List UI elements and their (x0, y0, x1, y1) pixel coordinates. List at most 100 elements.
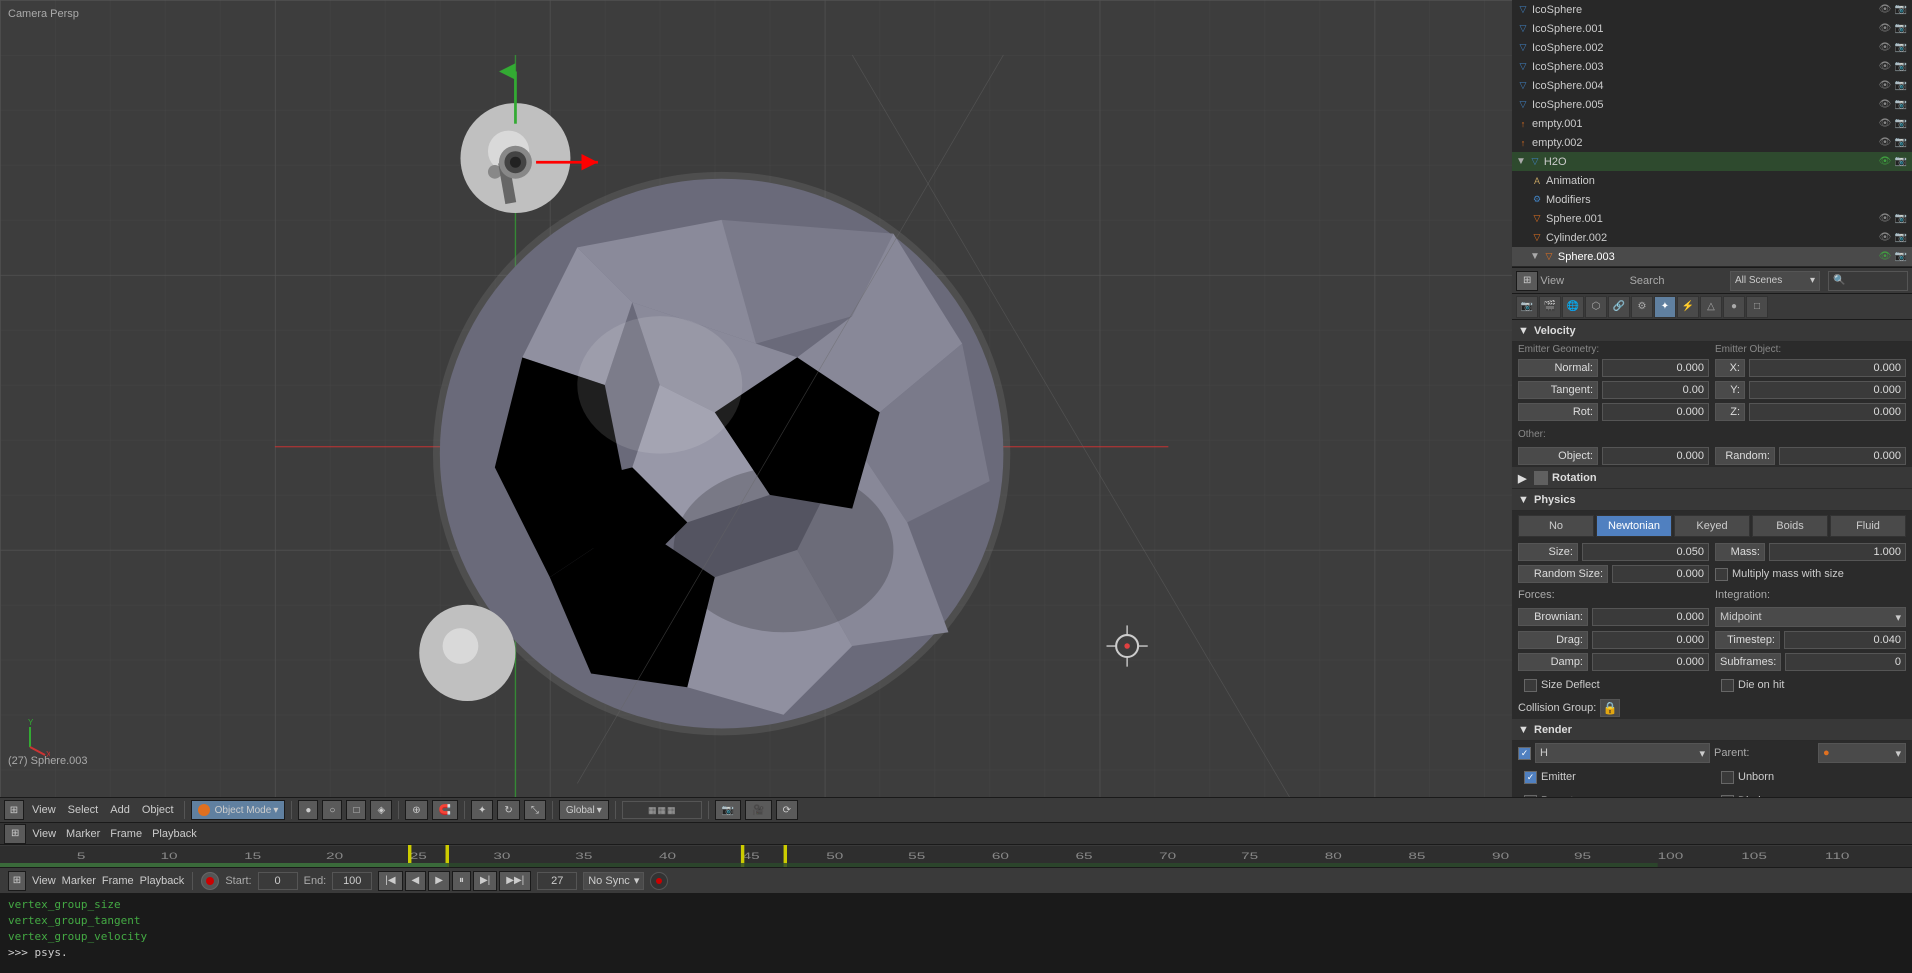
rotation-section-header[interactable]: ▶ Rotation (1512, 467, 1912, 489)
render-icon[interactable]: 📷 (1894, 117, 1908, 131)
marker-btn[interactable]: Marker (62, 875, 96, 887)
physics-boids-btn[interactable]: Boids (1752, 515, 1828, 537)
end-input[interactable] (332, 872, 372, 890)
subframes-label-field[interactable]: Subframes: (1715, 653, 1781, 671)
tangent-value[interactable]: 0.00 (1602, 381, 1709, 399)
props-tab-particles[interactable]: ✦ (1654, 296, 1676, 318)
collision-group-icon[interactable]: 🔒 (1600, 699, 1620, 717)
random-label-field[interactable]: Random: (1715, 447, 1775, 465)
physics-no-btn[interactable]: No (1518, 515, 1594, 537)
timeline-ruler[interactable]: 5 10 15 20 25 30 35 40 45 50 55 60 65 70… (0, 845, 1912, 867)
timeline-playback-btn[interactable]: Playback (148, 828, 201, 840)
outliner-item-cylinder002[interactable]: ▽ Cylinder.002 👁 📷 (1512, 228, 1912, 247)
random-size-value[interactable]: 0.000 (1612, 565, 1709, 583)
sync-dropdown[interactable]: No Sync ▾ (583, 872, 644, 890)
drag-label-field[interactable]: Drag: (1518, 631, 1588, 649)
outliner-item-icosphere001[interactable]: ▽ IcoSphere.001 👁 📷 (1512, 19, 1912, 38)
start-input[interactable] (258, 872, 298, 890)
viewport-shading-wire[interactable]: ○ (322, 800, 342, 820)
outliner-item-icosphere005[interactable]: ▽ IcoSphere.005 👁 📷 (1512, 95, 1912, 114)
render-cam-btn[interactable]: 🎥 (745, 800, 771, 820)
play-btn[interactable]: ▶ (428, 871, 450, 891)
sync-btn[interactable]: ⟳ (776, 800, 798, 820)
viewport-icon-btn[interactable]: ⊞ (4, 800, 24, 820)
object-value[interactable]: 0.000 (1602, 447, 1709, 465)
size-label-field[interactable]: Size: (1518, 543, 1578, 561)
physics-section-header[interactable]: ▼ Physics (1512, 489, 1912, 511)
velocity-section-header[interactable]: ▼ Velocity (1512, 320, 1912, 342)
props-tab-constraints[interactable]: 🔗 (1608, 296, 1630, 318)
props-tab-data[interactable]: △ (1700, 296, 1722, 318)
outliner-item-modifiers[interactable]: ⚙ Modifiers (1512, 190, 1912, 209)
eye-icon[interactable]: 👁 (1878, 136, 1892, 150)
size-deflect-checkbox[interactable] (1524, 679, 1537, 692)
timeline-icon-area[interactable]: ⊞ (8, 871, 26, 891)
eye-icon[interactable]: 👁 (1878, 79, 1892, 93)
eye-icon[interactable]: 👁 (1878, 155, 1892, 169)
select-btn[interactable]: Select (64, 804, 103, 816)
render-parent-dropdown[interactable]: ● ▾ (1818, 743, 1906, 763)
render-icon[interactable]: 📷 (1894, 250, 1908, 264)
normal-label-field[interactable]: Normal: (1518, 359, 1598, 377)
physics-fluid-btn[interactable]: Fluid (1830, 515, 1906, 537)
scenes-select[interactable]: All Scenes ▾ (1730, 271, 1820, 291)
brownian-value[interactable]: 0.000 (1592, 608, 1709, 626)
eye-icon[interactable]: 👁 (1878, 212, 1892, 226)
props-tab-render[interactable]: 📷 (1516, 296, 1538, 318)
multiply-mass-checkbox[interactable] (1715, 568, 1728, 581)
frame-btn[interactable]: Frame (102, 875, 134, 887)
render-h-checkbox[interactable] (1518, 747, 1531, 760)
outliner-item-icosphere003[interactable]: ▽ IcoSphere.003 👁 📷 (1512, 57, 1912, 76)
outliner-item-empty001[interactable]: ↑ empty.001 👁 📷 (1512, 114, 1912, 133)
y-label-field[interactable]: Y: (1715, 381, 1745, 399)
playback-btn[interactable]: Playback (140, 875, 185, 887)
timeline-view-btn[interactable]: View (28, 828, 60, 840)
props-tab-modifiers[interactable]: ⚙ (1631, 296, 1653, 318)
prev-frame-btn[interactable]: ◀ (405, 871, 427, 891)
transform-rotate-btn[interactable]: ↻ (497, 800, 519, 820)
mass-value[interactable]: 1.000 (1769, 543, 1906, 561)
render-icon[interactable]: 📷 (1894, 212, 1908, 226)
view-btn2[interactable]: View (32, 875, 56, 887)
eye-icon[interactable]: 👁 (1878, 3, 1892, 17)
damp-label-field[interactable]: Damp: (1518, 653, 1588, 671)
snap-btn[interactable]: 🧲 (432, 800, 458, 820)
pause-btn[interactable]: ⏸ (452, 871, 471, 891)
eye-icon[interactable]: 👁 (1878, 231, 1892, 245)
render-icon[interactable]: 📷 (1894, 231, 1908, 245)
mass-label-field[interactable]: Mass: (1715, 543, 1765, 561)
brownian-label-field[interactable]: Brownian: (1518, 608, 1588, 626)
next-frame-btn[interactable]: ▶| (473, 871, 497, 891)
emitter-checkbox[interactable] (1524, 771, 1537, 784)
outliner-item-icosphere002[interactable]: ▽ IcoSphere.002 👁 📷 (1512, 38, 1912, 57)
physics-keyed-btn[interactable]: Keyed (1674, 515, 1750, 537)
search-input[interactable]: 🔍 (1828, 271, 1908, 291)
eye-icon[interactable]: 👁 (1878, 98, 1892, 112)
render-icon[interactable]: 📷 (1894, 98, 1908, 112)
render-icon[interactable]: 📷 (1894, 22, 1908, 36)
random-value[interactable]: 0.000 (1779, 447, 1906, 465)
transform-scale-btn[interactable]: ⤡ (524, 800, 546, 820)
outliner-item-sphere003[interactable]: ▼ ▽ Sphere.003 👁 📷 (1512, 247, 1912, 266)
jump-end-btn[interactable]: ▶▶| (499, 871, 531, 891)
render-h-dropdown[interactable]: H ▾ (1535, 743, 1710, 763)
render-icon[interactable]: 📷 (1894, 79, 1908, 93)
timestep-value[interactable]: 0.040 (1784, 631, 1906, 649)
camera-btn[interactable]: 📷 (715, 800, 741, 820)
outliner-item-h2o[interactable]: ▼ ▽ H2O 👁 📷 (1512, 152, 1912, 171)
add-btn[interactable]: Add (106, 804, 134, 816)
eye-icon[interactable]: 👁 (1878, 250, 1892, 264)
rot-value[interactable]: 0.000 (1602, 403, 1709, 421)
timestep-label-field[interactable]: Timestep: (1715, 631, 1780, 649)
props-tab-texture[interactable]: □ (1746, 296, 1768, 318)
x-value[interactable]: 0.000 (1749, 359, 1906, 377)
outliner-item-empty002[interactable]: ↑ empty.002 👁 📷 (1512, 133, 1912, 152)
unborn-checkbox[interactable] (1721, 771, 1734, 784)
x-label-field[interactable]: X: (1715, 359, 1745, 377)
transform-btn[interactable]: ✦ (471, 800, 493, 820)
subframes-value[interactable]: 0 (1785, 653, 1906, 671)
eye-icon[interactable]: 👁 (1878, 60, 1892, 74)
render-icon[interactable]: 📷 (1894, 60, 1908, 74)
render-section-header[interactable]: ▼ Render (1512, 719, 1912, 741)
integration-dropdown-field[interactable]: Midpoint ▾ (1715, 607, 1906, 627)
